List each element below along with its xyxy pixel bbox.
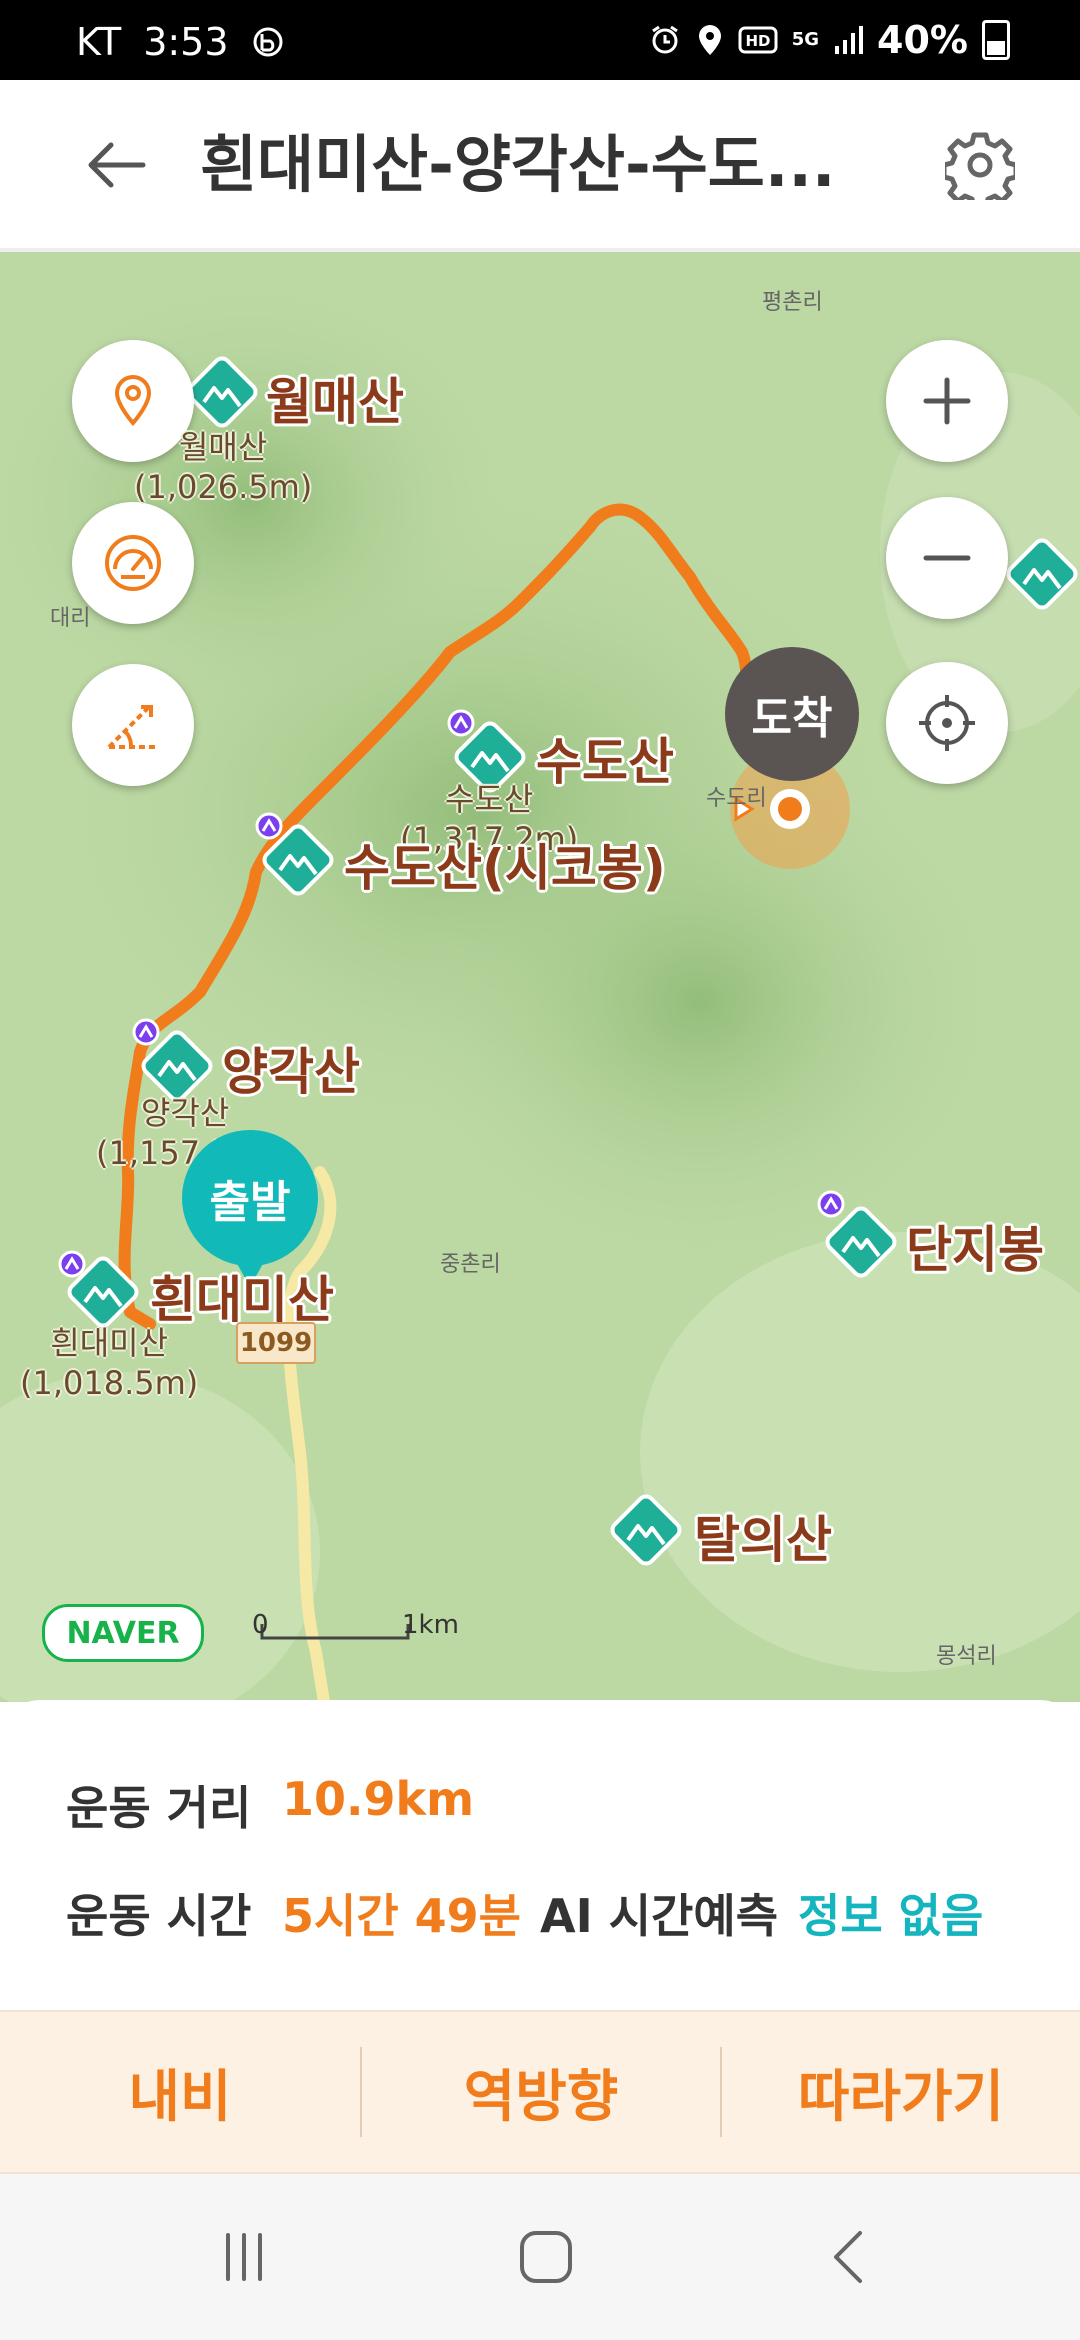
gear-icon xyxy=(945,132,1015,200)
location-icon xyxy=(696,23,724,57)
time-value: 5시간 49분 xyxy=(282,1889,521,1943)
app-bar: 흰대미산-양각산-수도... xyxy=(0,80,1080,252)
speedometer-icon xyxy=(105,535,161,591)
settings-button[interactable] xyxy=(930,120,1030,210)
recent-apps-icon xyxy=(226,2233,262,2281)
current-location-button[interactable] xyxy=(886,662,1008,784)
distance-value: 10.9km xyxy=(282,1772,475,1826)
trail-map[interactable]: 월매산 월매산 (1,026.5m) 수도산 수도산 (1,317.2m) 수도… xyxy=(0,252,1080,1702)
system-back-button[interactable] xyxy=(770,2174,930,2340)
alarm-icon xyxy=(648,23,682,57)
app-notification-icon xyxy=(251,25,285,59)
elevation-button[interactable] xyxy=(72,664,194,786)
back-arrow-icon xyxy=(88,142,146,188)
network-type-icon: 5G xyxy=(791,29,820,50)
battery-icon xyxy=(982,20,1010,60)
start-marker[interactable]: 출발 xyxy=(182,1130,318,1266)
peak-label: 수도산(시코봉) xyxy=(344,839,666,897)
peak-label: 탈의산 xyxy=(694,1511,832,1569)
peak-label: 단지봉 xyxy=(906,1221,1044,1279)
end-marker[interactable]: 도착 xyxy=(725,647,859,781)
peak-elevation-label: 흰대미산 (1,018.5m) xyxy=(20,1324,199,1402)
navigation-button[interactable]: 내비 xyxy=(0,2012,360,2172)
plus-icon xyxy=(923,377,971,425)
slope-icon xyxy=(107,705,157,749)
village-label: 중촌리 xyxy=(440,1252,501,1277)
route-summary-sheet: 운동 거리 10.9km 운동 시간 5시간 49분 AI 시간예측 정보 없음 xyxy=(0,1700,1080,2010)
distance-label: 운동 거리 xyxy=(66,1781,252,1835)
naver-logo: NAVER xyxy=(42,1604,204,1662)
ai-estimate-label: AI 시간예측 xyxy=(540,1889,779,1943)
follow-route-button[interactable]: 따라가기 xyxy=(722,2012,1080,2172)
village-label: 대리 xyxy=(50,606,91,631)
chevron-left-icon xyxy=(834,2231,862,2283)
recent-apps-button[interactable] xyxy=(164,2174,324,2340)
zoom-out-button[interactable] xyxy=(886,497,1008,619)
system-nav-bar xyxy=(0,2174,1080,2340)
home-button[interactable] xyxy=(466,2174,626,2340)
time-label: 운동 시간 xyxy=(66,1889,252,1943)
svg-text:HD: HD xyxy=(745,32,770,50)
peak-elevation-label: 월매산 (1,026.5m) xyxy=(134,428,313,506)
reverse-route-button[interactable]: 역방향 xyxy=(362,2012,720,2172)
village-label: 수도리 xyxy=(706,786,767,811)
scale-start-label: 0 xyxy=(252,1610,269,1640)
hd-voice-icon: HD xyxy=(738,25,778,55)
home-icon xyxy=(520,2231,572,2283)
carrier-text: KT xyxy=(76,20,122,64)
scale-end-label: 1km xyxy=(402,1610,459,1640)
action-bar: 내비 역방향 따라가기 xyxy=(0,2010,1080,2174)
zoom-in-button[interactable] xyxy=(886,340,1008,462)
battery-text: 40% xyxy=(877,18,968,62)
status-bar: KT 3:53 HD 5G 40% xyxy=(0,0,1080,80)
road-number-badge: 1099 xyxy=(236,1322,316,1364)
page-title: 흰대미산-양각산-수도... xyxy=(200,128,836,201)
village-label: 몽석리 xyxy=(936,1644,997,1669)
crosshair-icon xyxy=(919,695,975,751)
minus-icon xyxy=(923,555,971,561)
clock-text: 3:53 xyxy=(143,20,229,64)
signal-icon xyxy=(833,24,864,56)
back-button[interactable] xyxy=(70,120,160,210)
ai-estimate-value: 정보 없음 xyxy=(798,1889,984,1943)
village-label: 평촌리 xyxy=(762,290,823,315)
